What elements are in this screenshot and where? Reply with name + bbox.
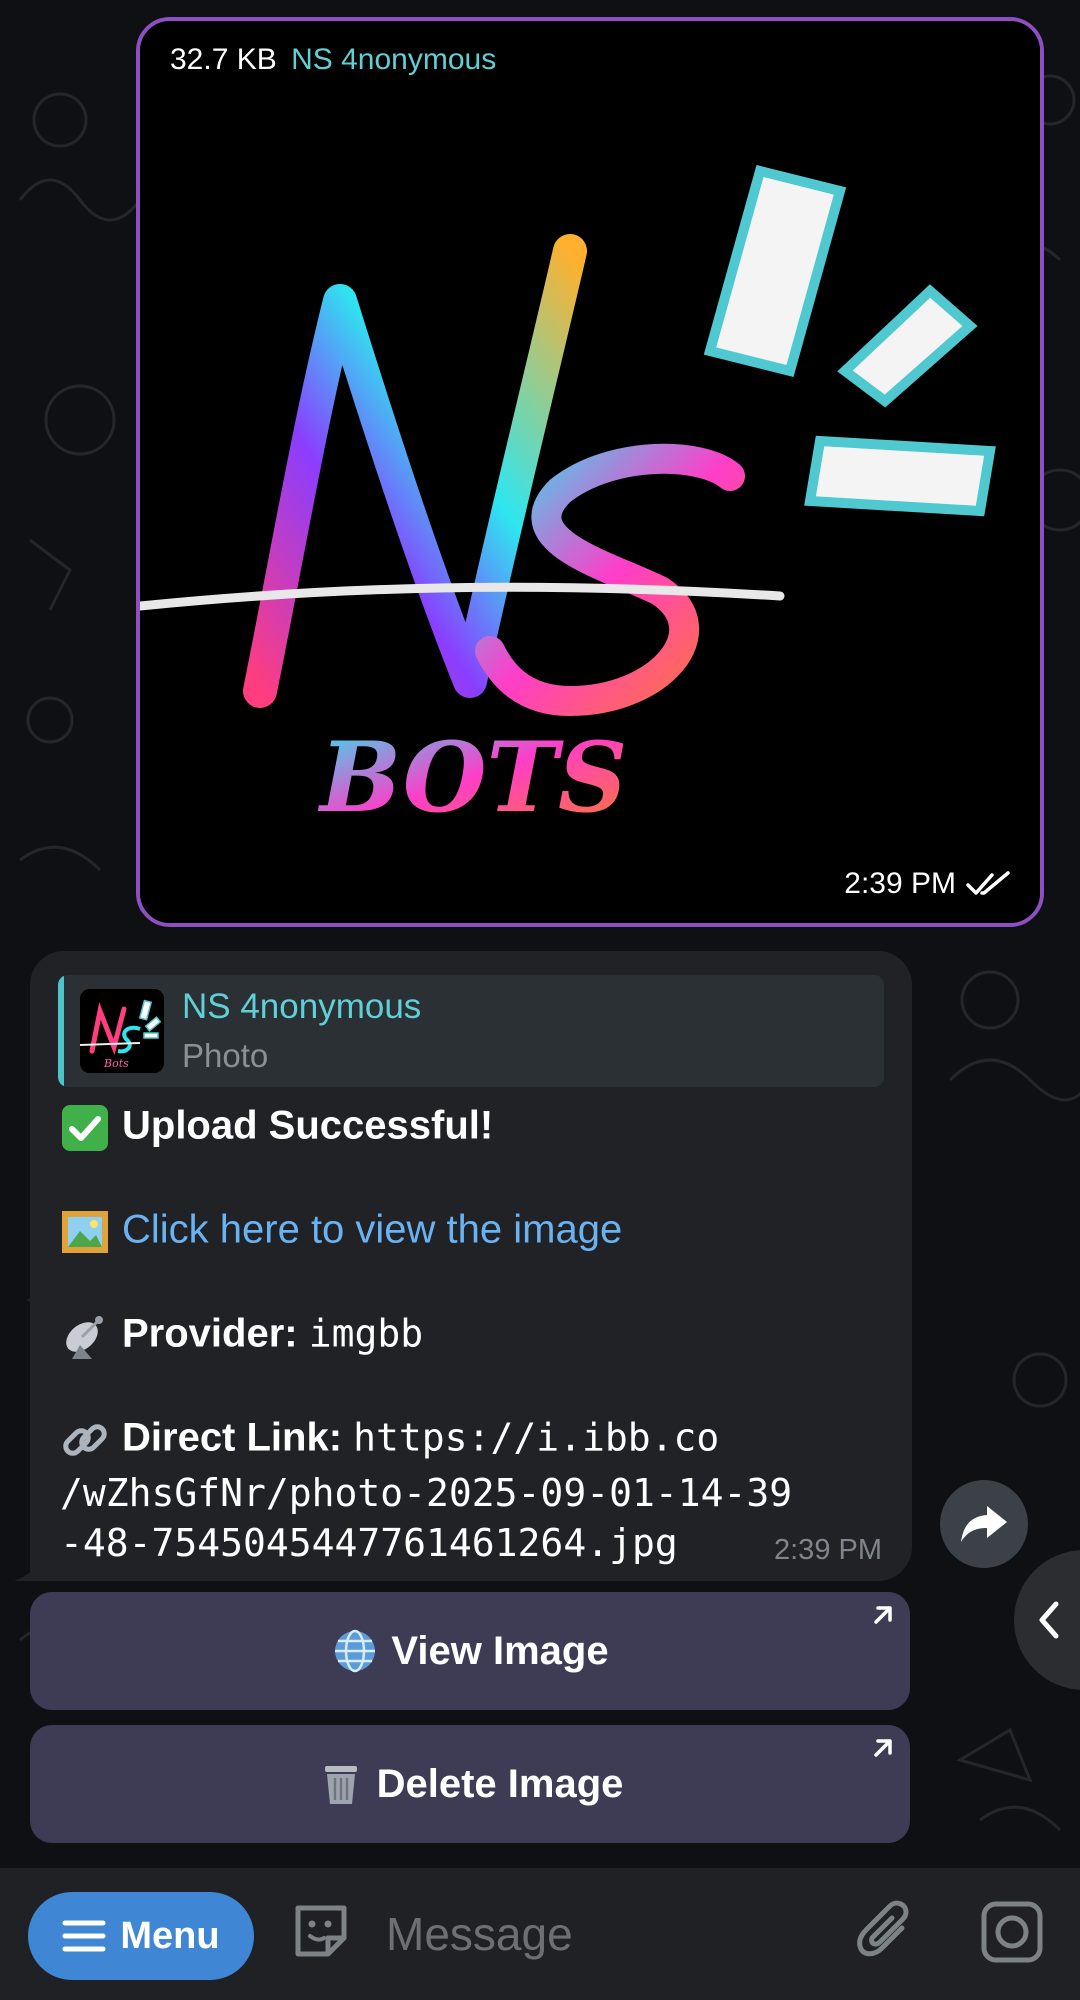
forward-button[interactable] xyxy=(940,1480,1028,1568)
provider-value: imgbb xyxy=(308,1311,424,1356)
reply-media-type: Photo xyxy=(182,1037,269,1074)
file-size: 32.7 KB xyxy=(170,43,277,76)
external-link-icon xyxy=(874,1739,892,1757)
reply-sender-name: NS 4nonymous xyxy=(182,987,422,1026)
double-check-icon xyxy=(966,871,1010,895)
view-link-line[interactable]: Click here to view the image xyxy=(60,1207,622,1257)
forward-arrow-icon xyxy=(961,1506,1007,1542)
photo-sender-name[interactable]: NS 4nonymous xyxy=(291,43,496,76)
bot-message[interactable]: Bots NS 4nonymous Photo Upload Successfu… xyxy=(30,951,912,1581)
photo-message[interactable]: BOTS 32.7 KB NS 4nonymous 2:39 PM xyxy=(136,17,1044,927)
reply-preview[interactable]: Bots NS 4nonymous Photo xyxy=(58,975,884,1087)
provider-label: Provider: xyxy=(122,1311,298,1356)
reply-thumbnail: Bots xyxy=(80,989,164,1073)
message-input[interactable] xyxy=(384,1898,828,1970)
bots-logo-text: BOTS xyxy=(317,721,627,834)
wastebasket-icon xyxy=(324,1766,357,1804)
photo-timestamp: 2:39 PM xyxy=(844,867,1012,901)
direct-link-part-3[interactable]: -48-7545045447761461264.jpg xyxy=(60,1521,678,1565)
delete-image-button[interactable]: Delete Image xyxy=(30,1725,910,1843)
external-link-icon xyxy=(874,1606,892,1624)
sticker-emoji-icon[interactable] xyxy=(288,1898,354,1964)
menu-label: Menu xyxy=(120,1914,220,1957)
direct-link-line: Direct Link: https://i.ibb.co xyxy=(60,1415,719,1465)
ns-bots-logo-image[interactable]: BOTS xyxy=(140,21,1040,923)
check-mark-button-icon xyxy=(62,1105,108,1151)
photo-file-info: 32.7 KB NS 4nonymous xyxy=(170,43,496,77)
photo-time-text: 2:39 PM xyxy=(844,867,956,900)
chevron-left-icon xyxy=(1039,1601,1059,1639)
delete-image-label: Delete Image xyxy=(376,1761,624,1806)
view-image-link[interactable]: Click here to view the image xyxy=(122,1208,622,1252)
view-image-button[interactable]: View Image xyxy=(30,1592,910,1710)
provider-line: Provider: imgbb xyxy=(60,1311,423,1361)
message-input-bar: Menu xyxy=(0,1868,1080,2000)
direct-link-label: Direct Link: xyxy=(122,1415,343,1460)
globe-icon xyxy=(335,1629,376,1673)
upload-status-text: Upload Successful! xyxy=(122,1103,494,1148)
hamburger-menu-icon xyxy=(62,1920,106,1952)
framed-picture-icon xyxy=(62,1211,108,1253)
paperclip-attach-icon[interactable] xyxy=(852,1898,918,1964)
view-image-label: View Image xyxy=(391,1628,609,1673)
satellite-antenna-icon xyxy=(66,1316,103,1359)
camera-icon[interactable] xyxy=(980,1900,1044,1964)
direct-link-part-1[interactable]: https://i.ibb.co xyxy=(353,1416,719,1460)
upload-status-line: Upload Successful! xyxy=(60,1103,493,1153)
reply-accent-bar xyxy=(58,975,64,1087)
bot-message-time: 2:39 PM xyxy=(774,1534,882,1566)
bot-menu-button[interactable]: Menu xyxy=(28,1892,254,1980)
svg-text:Bots: Bots xyxy=(103,1057,129,1070)
link-icon xyxy=(63,1424,107,1456)
direct-link-part-2[interactable]: /wZhsGfNr/photo-2025-09-01-14-39 xyxy=(60,1471,792,1515)
